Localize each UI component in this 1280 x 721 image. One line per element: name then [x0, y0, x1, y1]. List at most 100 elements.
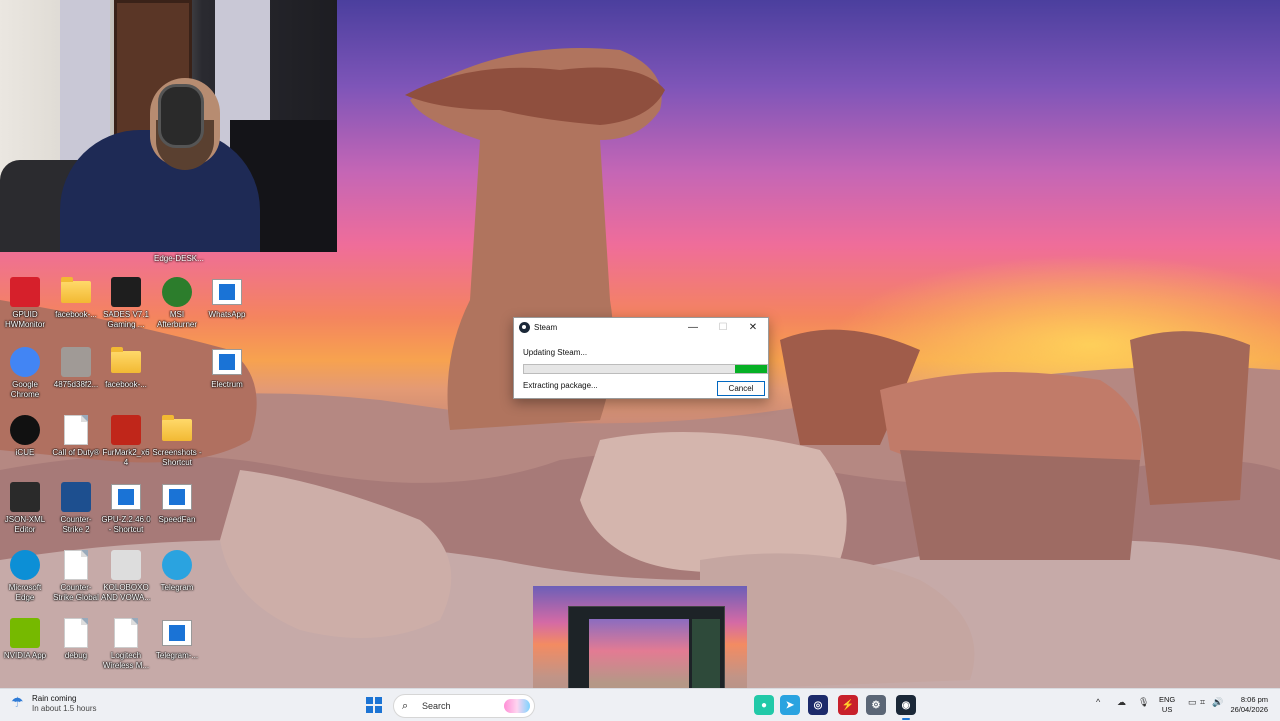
- document-icon: [110, 617, 142, 649]
- desktop-icon-file487[interactable]: 4875d38f2...: [51, 346, 101, 390]
- desktop-icon-chrome[interactable]: Google Chrome: [0, 346, 50, 399]
- desktop-icon-label: facebook-...: [55, 310, 97, 319]
- desktop-icon-facebook1[interactable]: facebook-...: [51, 276, 101, 320]
- start-button[interactable]: [366, 697, 382, 713]
- desktop-icon-label: MSI Afterburner: [156, 310, 198, 329]
- tray-overflow-chevron-icon[interactable]: ^: [1096, 697, 1100, 707]
- app-window-icon: [161, 617, 193, 649]
- telegram-icon: [161, 549, 193, 581]
- onedrive-cloud-icon[interactable]: ☁: [1117, 697, 1126, 708]
- desktop-icon-cod[interactable]: Call of Duty®: [51, 414, 101, 458]
- desktop-icon-label: KOLOBOXO AND VOWA...: [101, 583, 151, 602]
- desktop-icon-label: Counter-Strike 2: [60, 515, 92, 534]
- cancel-button[interactable]: Cancel: [717, 381, 765, 396]
- desktop-icon-speedfan[interactable]: SpeedFan: [152, 481, 202, 525]
- desktop-icon-facebook2[interactable]: facebook-...: [101, 346, 151, 390]
- taskbar-steam-icon[interactable]: ◉: [896, 695, 916, 720]
- webcam-caption: Edge-DESK...: [154, 254, 204, 263]
- language-indicator[interactable]: ENG US: [1159, 695, 1175, 715]
- progress-fill: [735, 365, 767, 373]
- desktop-icon-csgo[interactable]: Counter-Strike Global Offe...: [51, 549, 101, 602]
- desktop-icon-electrum[interactable]: Electrum: [202, 346, 252, 390]
- update-status-text: Updating Steam...: [523, 348, 588, 357]
- desktop-icon-label: SADES V7.1 Gaming ...: [103, 310, 149, 329]
- desktop-icon-icue[interactable]: iCUE: [0, 414, 50, 458]
- sades-icon: [110, 276, 142, 308]
- document-icon: [60, 414, 92, 446]
- taskbar: ☂ Rain coming In about 1.5 hours ⌕ Searc…: [0, 688, 1280, 721]
- desktop-icon-sadesv[interactable]: SADES V7.1 Gaming ...: [101, 276, 151, 329]
- msi-afterburner-icon: [161, 276, 193, 308]
- desktop-icon-label: Screenshots - Shortcut: [152, 448, 202, 467]
- app-window-icon: [211, 276, 243, 308]
- desktop-icon-logitech[interactable]: Logitech Wireless M...: [101, 617, 151, 670]
- clock-date: 26/04/2026: [1230, 705, 1268, 714]
- document-icon: [60, 617, 92, 649]
- headset-icon: [158, 84, 204, 148]
- desktop-icon-jsonxml[interactable]: JSON-XML Editor: [0, 481, 50, 534]
- dialog-title: Steam: [534, 323, 558, 332]
- desktop-icon-furmark[interactable]: FurMark2_x64: [101, 414, 151, 467]
- desktop-icon-label: Telegram: [160, 583, 194, 592]
- edge-icon: [9, 549, 41, 581]
- taskbar-chat-app-icon[interactable]: ●: [754, 695, 774, 715]
- desktop-icon-label: GPUID HWMonitor: [4, 310, 45, 329]
- desktop-icon-cs2[interactable]: Counter-Strike 2: [51, 481, 101, 534]
- icue-icon: [9, 414, 41, 446]
- steam-update-dialog[interactable]: Steam — ☐ ✕ Updating Steam... Extracting…: [513, 317, 769, 399]
- search-icon: ⌕: [402, 700, 409, 712]
- desktop-icon-whatsapp[interactable]: WhatsApp: [202, 276, 252, 320]
- language-code: ENG: [1159, 695, 1176, 704]
- preview-sidebar: [692, 619, 720, 699]
- desktop-icon-nvidia[interactable]: NVIDIA App: [0, 617, 50, 661]
- counter-strike-icon: [60, 481, 92, 513]
- desktop-icon-edge[interactable]: Microsoft Edge: [0, 549, 50, 602]
- desktop-icon-gpuz[interactable]: GPU-Z.2.46.0 - Shortcut: [101, 481, 151, 534]
- folder-icon: [110, 346, 142, 378]
- desktop-icon-label: debug: [64, 651, 88, 660]
- update-progress-bar: [523, 364, 768, 374]
- app-window-icon: [211, 346, 243, 378]
- dialog-titlebar[interactable]: Steam — ☐ ✕: [514, 318, 768, 337]
- taskbar-clock[interactable]: 8:06 pm 26/04/2026: [1226, 695, 1268, 715]
- desktop-icon-label: FurMark2_x64: [102, 448, 150, 467]
- taskbar-settings-gear-icon[interactable]: ⚙: [866, 695, 886, 715]
- taskbar-telegram-icon[interactable]: ➤: [780, 695, 800, 715]
- curtain: [60, 0, 110, 160]
- preview-pane: [589, 619, 689, 699]
- desktop-icon-label: GPU-Z.2.46.0 - Shortcut: [101, 515, 151, 534]
- desktop-icon-label: iCUE: [15, 448, 35, 457]
- display-icon[interactable]: ▭: [1188, 697, 1197, 708]
- desktop-icon-telegram2[interactable]: Telegram-...: [152, 617, 202, 661]
- close-button[interactable]: ✕: [738, 318, 768, 337]
- update-substatus-text: Extracting package...: [523, 381, 598, 390]
- desktop-icon-gpuid[interactable]: GPUID HWMonitor: [0, 276, 50, 329]
- desktop-icon-label: WhatsApp: [208, 310, 246, 319]
- desktop-icon-label: Microsoft Edge: [8, 583, 42, 602]
- image-file-icon: [60, 346, 92, 378]
- desktop-icon-koloboxo[interactable]: KOLOBOXO AND VOWA...: [101, 549, 151, 602]
- windows-logo-icon: [366, 706, 373, 713]
- desktop-icon-label: NVIDIA App: [3, 651, 47, 660]
- weather-title: Rain coming: [32, 694, 77, 703]
- weather-widget[interactable]: ☂ Rain coming In about 1.5 hours: [11, 694, 97, 714]
- taskbar-search-box[interactable]: ⌕ Search: [393, 694, 535, 718]
- desktop-icon-label: facebook-...: [105, 380, 147, 389]
- desktop-icon-msi[interactable]: MSI Afterburner: [152, 276, 202, 329]
- hwmonitor-icon: [9, 276, 41, 308]
- app-window-icon: [110, 481, 142, 513]
- search-placeholder: Search: [422, 701, 451, 711]
- desktop-icon-screenshots[interactable]: Screenshots - Shortcut: [152, 414, 202, 467]
- taskbar-hwmonitor-icon[interactable]: ⚡: [838, 695, 858, 715]
- desktop-icon-label: Counter-Strike Global Offe...: [53, 583, 99, 602]
- app-window-icon: [161, 481, 193, 513]
- volume-icon[interactable]: 🔊: [1212, 697, 1223, 708]
- minimize-button[interactable]: —: [678, 318, 708, 337]
- desktop-icon-debug[interactable]: debug: [51, 617, 101, 661]
- desktop-icon-label: Call of Duty®: [52, 448, 100, 457]
- microphone-icon[interactable]: 🎙: [1138, 697, 1149, 708]
- folder-icon: [161, 414, 193, 446]
- network-icon[interactable]: ⌗: [1200, 697, 1205, 708]
- desktop-icon-telegram[interactable]: Telegram: [152, 549, 202, 593]
- taskbar-icue-icon[interactable]: ◎: [808, 695, 828, 715]
